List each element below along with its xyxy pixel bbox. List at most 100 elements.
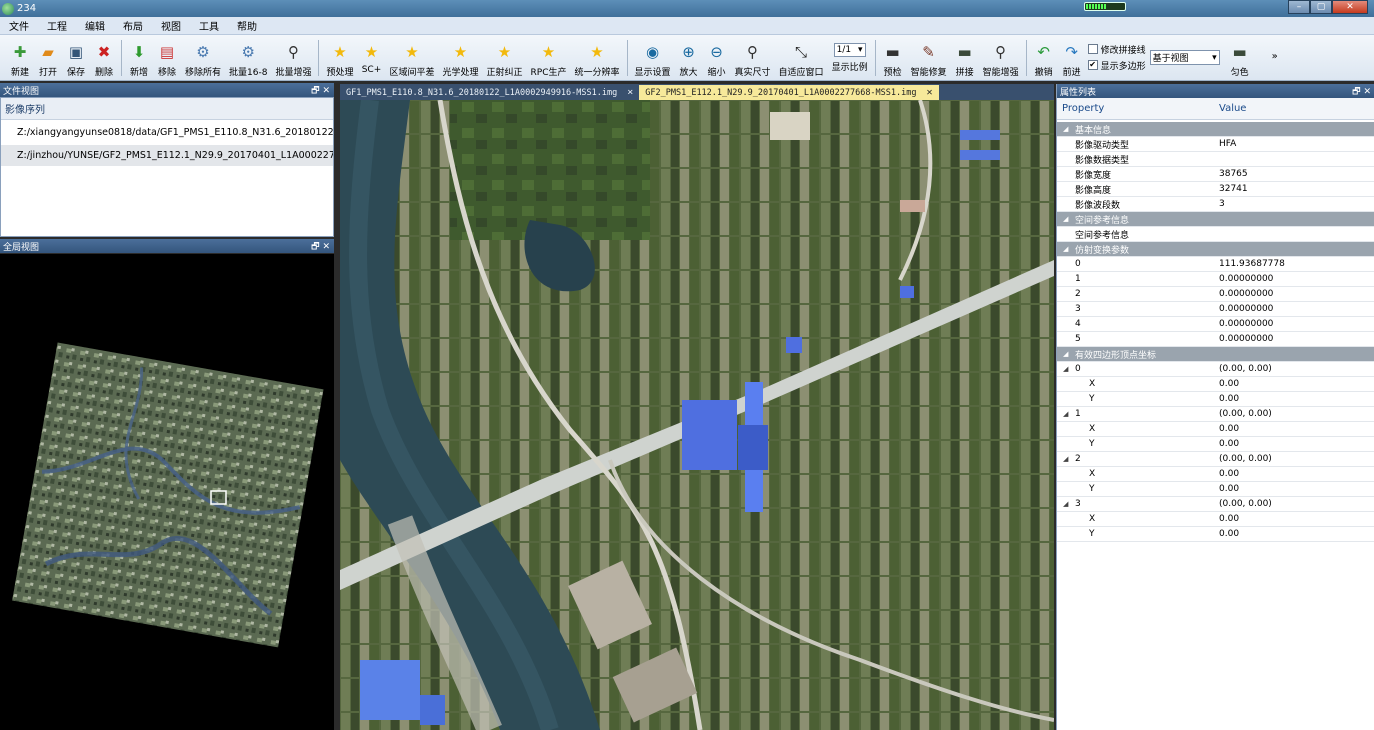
close-button[interactable]: ✕ [1332, 0, 1368, 14]
menu-item-5[interactable]: 工具 [190, 18, 228, 33]
toolbar-button-1-3[interactable]: ⚙ 批量16-8 [225, 37, 271, 79]
property-key: Y [1089, 394, 1095, 404]
menu-item-3[interactable]: 布局 [114, 18, 152, 33]
property-row[interactable]: 影像驱动类型 HFA [1057, 137, 1374, 152]
property-row[interactable]: 5 0.00000000 [1057, 332, 1374, 347]
property-row[interactable]: X 0.00 [1057, 377, 1374, 392]
toolbar-button-1-4[interactable]: ⚲ 批量增强 [271, 37, 315, 79]
minimize-button[interactable]: – [1288, 0, 1310, 14]
toolbar-button-0-3[interactable]: ✖ 删除 [90, 37, 118, 79]
toolbar-button-3-2[interactable]: ⊖ 缩小 [703, 37, 731, 79]
property-row[interactable]: 影像波段数 3 [1057, 197, 1374, 212]
image-view[interactable] [340, 100, 1054, 730]
file-list-item[interactable]: Z:/jinzhou/YUNSE/GF2_PMS1_E112.1_N29.9_2… [1, 145, 333, 166]
polygon-checkbox[interactable]: ✔ 显示多边形 [1087, 59, 1146, 72]
overview-view[interactable] [0, 254, 334, 730]
seamline-checkbox[interactable]: 修改拼接线 [1087, 43, 1146, 56]
toolbar-button-4-3[interactable]: ⚲ 智能增强 [979, 37, 1023, 79]
toolbar-button-1-0[interactable]: ⬇ 新增 [125, 37, 153, 79]
file-list-item[interactable]: Z:/xiangyangyunse0818/data/GF1_PMS1_E110… [1, 122, 333, 143]
property-row[interactable]: 2 0.00000000 [1057, 287, 1374, 302]
toolbar-button-4-2[interactable]: ▬ 拼接 [951, 37, 979, 79]
toolbar-button-2-3[interactable]: ★ 光学处理 [439, 37, 483, 79]
toolbar-button-4-1[interactable]: ✎ 智能修复 [907, 37, 951, 79]
star-icon: ★ [333, 43, 347, 61]
toolbar-button-0-1[interactable]: ▰ 打开 [34, 37, 62, 79]
property-row[interactable]: 影像高度 32741 [1057, 182, 1374, 197]
checkbox-label: 显示多边形 [1100, 61, 1146, 72]
property-key: 影像驱动类型 [1075, 140, 1130, 151]
toolbar-button-0-2[interactable]: ▣ 保存 [62, 37, 90, 79]
toolbar-button-3-1[interactable]: ⊕ 放大 [675, 37, 703, 79]
property-row[interactable]: ◢ 0 (0.00, 0.00) [1057, 362, 1374, 377]
collapse-triangle-icon[interactable]: ◢ [1063, 410, 1068, 418]
property-category-row[interactable]: ◢ 仿射变换参数 [1057, 242, 1374, 257]
undo-icon: ↶ [1037, 43, 1050, 61]
menu-item-1[interactable]: 工程 [38, 18, 76, 33]
menu-item-6[interactable]: 帮助 [228, 18, 266, 33]
property-row[interactable]: ◢ 1 (0.00, 0.00) [1057, 407, 1374, 422]
image-tab-0[interactable]: GF1_PMS1_E110.8_N31.6_20180122_L1A000294… [340, 85, 639, 100]
collapse-triangle-icon[interactable]: ◢ [1063, 350, 1068, 358]
checkbox-box[interactable] [1087, 44, 1098, 54]
property-row[interactable]: X 0.00 [1057, 512, 1374, 527]
collapse-triangle-icon[interactable]: ◢ [1063, 245, 1068, 253]
menu-item-0[interactable]: 文件 [0, 18, 38, 33]
image-tab-1[interactable]: GF2_PMS1_E112.1_N29.9_20170401_L1A000227… [639, 85, 939, 100]
collapse-triangle-icon[interactable]: ◢ [1063, 455, 1068, 463]
toolbar-button-2-1[interactable]: ★ SC+ [357, 37, 385, 79]
tab-close-icon[interactable]: ✕ [927, 87, 933, 98]
property-category-row[interactable]: ◢ 基本信息 [1057, 122, 1374, 137]
property-row[interactable]: Y 0.00 [1057, 392, 1374, 407]
property-row[interactable]: 1 0.00000000 [1057, 272, 1374, 287]
toolbar-button-3-4[interactable]: ⤡ 自适应窗口 [775, 37, 828, 79]
property-row[interactable]: 4 0.00000000 [1057, 317, 1374, 332]
property-row[interactable]: 空间参考信息 [1057, 227, 1374, 242]
toolbar-button-2-0[interactable]: ★ 预处理 [322, 37, 357, 79]
toolbar-button-2-6[interactable]: ★ 统一分辨率 [571, 37, 624, 79]
toolbar-button-label: RPC生产 [530, 68, 567, 78]
toolbar-button-label: 区域间平差 [389, 68, 435, 78]
file-panel-subtitle: 影像序列 [1, 98, 333, 120]
property-row[interactable]: X 0.00 [1057, 422, 1374, 437]
collapse-triangle-icon[interactable]: ◢ [1063, 365, 1068, 373]
toolbar-button-5-0[interactable]: ↶ 撤销 [1030, 37, 1058, 79]
property-row[interactable]: Y 0.00 [1057, 437, 1374, 452]
toolbar-button-0-0[interactable]: ✚ 新建 [6, 37, 34, 79]
menu-item-4[interactable]: 视图 [152, 18, 190, 33]
toolbar-button-3-3[interactable]: ⚲ 真实尺寸 [731, 37, 775, 79]
property-row[interactable]: 影像宽度 38765 [1057, 167, 1374, 182]
menu-item-2[interactable]: 编辑 [76, 18, 114, 33]
property-row[interactable]: 影像数据类型 [1057, 152, 1374, 167]
toolbar-button-4-0[interactable]: ▬ 预检 [879, 37, 907, 79]
property-category-row[interactable]: ◢ 空间参考信息 [1057, 212, 1374, 227]
color-balance-button[interactable]: ▬ 匀色 [1226, 37, 1254, 79]
property-row[interactable]: ◢ 2 (0.00, 0.00) [1057, 452, 1374, 467]
maximize-button[interactable]: ▢ [1310, 0, 1332, 14]
tab-close-icon[interactable]: × [627, 87, 633, 98]
property-row[interactable]: Y 0.00 [1057, 527, 1374, 542]
toolbar-button-2-2[interactable]: ★ 区域间平差 [385, 37, 438, 79]
toolbar-button-2-4[interactable]: ★ 正射纠正 [483, 37, 527, 79]
toolbar-button-1-2[interactable]: ⚙ 移除所有 [181, 37, 225, 79]
property-category-row[interactable]: ◢ 有效四边形顶点坐标 [1057, 347, 1374, 362]
property-value: 0.00 [1219, 469, 1240, 479]
property-row[interactable]: ◢ 3 (0.00, 0.00) [1057, 497, 1374, 512]
toolbar-overflow-button[interactable]: » [1272, 51, 1278, 62]
toolbar-button-5-1[interactable]: ↷ 前进 [1058, 37, 1086, 79]
toolbar-button-2-5[interactable]: ★ RPC生产 [527, 37, 571, 79]
toolbar-button-3-0[interactable]: ◉ 显示设置 [631, 37, 675, 79]
overview-panel-controls[interactable]: 🗗 ✕ [311, 239, 330, 255]
view-mode-select[interactable]: 基于视图 ▾ [1149, 50, 1220, 65]
checkbox-box[interactable]: ✔ [1087, 60, 1098, 70]
collapse-triangle-icon[interactable]: ◢ [1063, 215, 1068, 223]
display-scale-control[interactable]: 1/1 ▾ 显示比例 [828, 37, 872, 79]
collapse-triangle-icon[interactable]: ◢ [1063, 500, 1068, 508]
property-row[interactable]: 0 111.93687778 [1057, 257, 1374, 272]
collapse-triangle-icon[interactable]: ◢ [1063, 125, 1068, 133]
property-row[interactable]: 3 0.00000000 [1057, 302, 1374, 317]
property-row[interactable]: X 0.00 [1057, 467, 1374, 482]
scale-combo[interactable]: 1/1 ▾ [833, 43, 866, 57]
property-row[interactable]: Y 0.00 [1057, 482, 1374, 497]
toolbar-button-1-1[interactable]: ▤ 移除 [153, 37, 181, 79]
